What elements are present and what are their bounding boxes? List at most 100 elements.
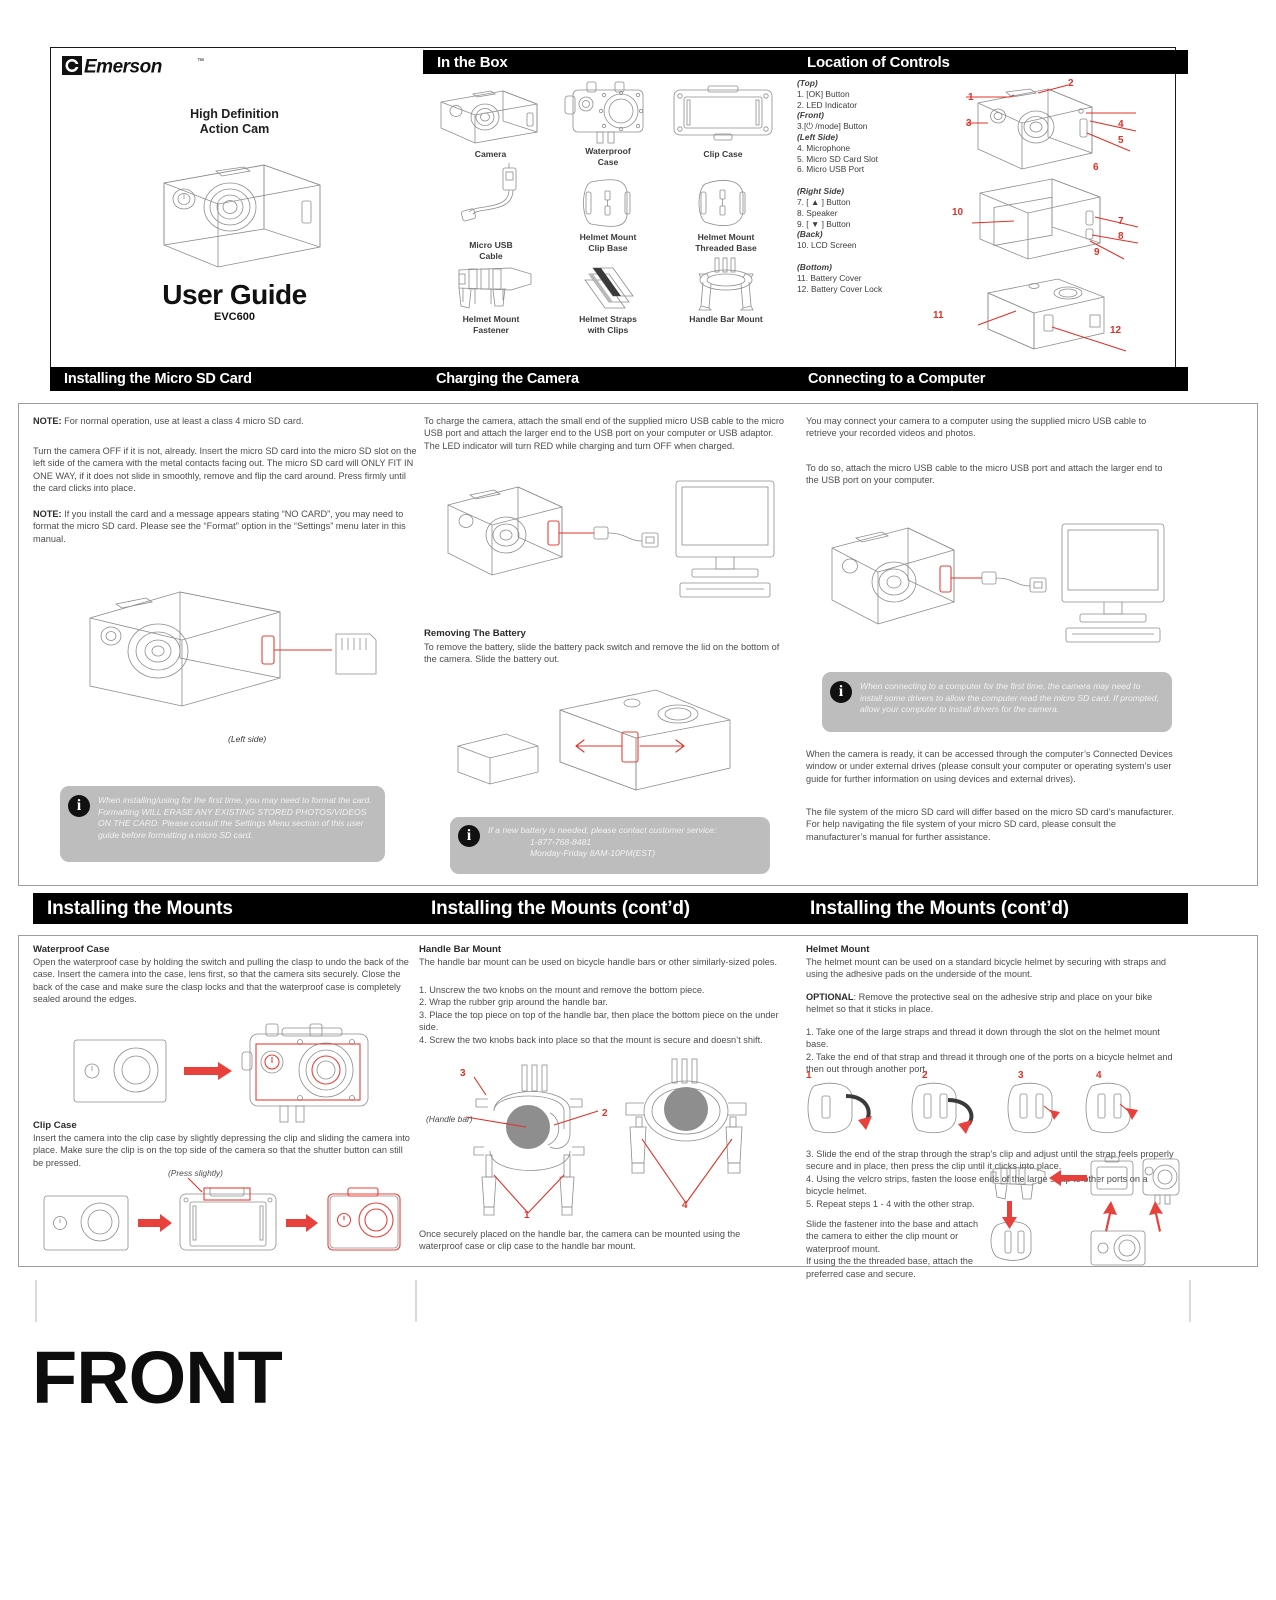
box-item-helmet-straps: Helmet Straps with Clips <box>553 264 663 335</box>
handlebar-mount-icon <box>698 257 754 311</box>
controls-callout-6: 6 <box>1093 162 1099 173</box>
sd-card-note1-label: NOTE: <box>33 416 62 426</box>
controls-callout-2: 2 <box>1068 78 1074 89</box>
controls-item: 2. LED Indicator <box>797 99 858 110</box>
box-item-label: Handle Bar Mount <box>689 314 763 324</box>
handlebar-mount-diagram <box>430 1055 780 1220</box>
handlebar-callout-2: 2 <box>602 1108 608 1119</box>
connecting-body3: When the camera is ready, it can be acce… <box>806 749 1173 784</box>
info-icon: i <box>68 795 90 817</box>
connecting-diagram <box>812 500 1172 660</box>
controls-diagrams <box>940 75 1175 355</box>
clip-case-diagram <box>38 1177 403 1260</box>
cover-subtitle-line2: Action Cam <box>199 122 270 136</box>
usb-cable-icon <box>460 163 517 222</box>
in-the-box-grid: Camera Waterproof Case Clip Case Micro U… <box>423 78 786 363</box>
controls-group-side: (Top) <box>797 78 818 88</box>
step-item: 1. Take one of the large straps and thre… <box>806 1027 1160 1050</box>
controls-callout-7: 7 <box>1118 216 1124 227</box>
helmet-mount-optional: OPTIONAL: Remove the protective seal on … <box>806 991 1176 1016</box>
helmet-mount-optional-label: OPTIONAL <box>806 992 854 1002</box>
controls-item: 4. Microphone <box>797 142 851 153</box>
handlebar-callout-3: 3 <box>460 1068 466 1079</box>
helmet-mount-steps-a: 1. Take one of the large straps and thre… <box>806 1026 1176 1076</box>
charging-header: Charging the Camera <box>422 367 803 391</box>
charging-header-label: Charging the Camera <box>436 371 579 387</box>
controls-callout-12: 12 <box>1110 325 1122 336</box>
mounts-mid-header-label: Installing the Mounts (cont’d) <box>431 897 690 919</box>
controls-item: 6. Micro USB Port <box>797 164 865 175</box>
cover-title: User Guide <box>162 279 307 310</box>
controls-item: 11. Battery Cover <box>797 272 862 283</box>
controls-item: 9. [ ▼ ] Button <box>797 218 851 229</box>
controls-item: 5. Micro SD Card Slot <box>797 153 878 164</box>
controls-callout-10: 10 <box>952 207 964 218</box>
controls-item: 10. LCD Screen <box>797 240 857 251</box>
handlebar-mount-steps: 1. Unscrew the two knobs on the mount an… <box>419 984 785 1046</box>
mounts-mid-header: Installing the Mounts (cont’d) <box>417 893 802 924</box>
sd-card-header-label: Installing the Micro SD Card <box>64 371 252 387</box>
box-item-label: Clip Case <box>703 149 743 159</box>
connecting-body1: You may connect your camera to a compute… <box>806 416 1147 439</box>
box-item-label: Helmet Mount Fastener <box>462 314 520 335</box>
controls-group-side: (Left Side) <box>797 131 838 142</box>
mounts-right-header: Installing the Mounts (cont’d) <box>796 893 1188 924</box>
charging-infobox-line1: If a new battery is needed, please conta… <box>488 825 717 835</box>
location-of-controls-header: Location of Controls <box>793 50 1188 74</box>
box-item-clip-case: Clip Case <box>668 84 778 160</box>
handlebar-mount-intro: The handle bar mount can be used on bicy… <box>419 957 777 967</box>
box-item-label: Waterproof Case <box>585 146 631 167</box>
charging-battery-heading: Removing The Battery <box>424 628 526 639</box>
svg-text:™: ™ <box>197 58 204 65</box>
battery-removal-diagram <box>440 672 780 807</box>
waterproof-case-heading: Waterproof Case <box>33 944 110 955</box>
charging-body: To charge the camera, attach the small e… <box>424 416 785 451</box>
cover-panel: Emerson ™ High Definition Action Cam Use… <box>52 49 417 364</box>
connecting-body2: To do so, attach the micro USB cable to … <box>806 463 1163 486</box>
controls-callout-9: 9 <box>1094 247 1100 258</box>
box-item-helmet-threaded-base: Helmet Mount Threaded Base <box>671 178 781 253</box>
handlebar-mount-footer: Once securely placed on the handle bar, … <box>419 1229 741 1252</box>
in-the-box-header: In the Box <box>423 50 800 74</box>
controls-item: 7. [ ▲ ] Button <box>797 196 851 207</box>
charging-infobox-line3: Monday-Friday 8AM-10PM(EST) <box>530 848 656 859</box>
info-icon: i <box>458 825 480 847</box>
step-item: 2. Wrap the rubber grip around the handl… <box>419 997 608 1008</box>
mounts-right-header-label: Installing the Mounts (cont’d) <box>810 897 1069 919</box>
cover-subtitle: High Definition Action Cam <box>52 107 417 137</box>
clip-case-body: Insert the camera into the clip case by … <box>33 1133 410 1168</box>
controls-callout-1: 1 <box>968 92 974 103</box>
step-item: 3. Place the top piece on top of the han… <box>419 1009 779 1033</box>
helmet-mount-heading: Helmet Mount <box>806 944 870 955</box>
controls-group-side: (Right Side) <box>797 186 844 197</box>
box-item-label: Helmet Mount Threaded Base <box>695 232 757 253</box>
controls-callout-11: 11 <box>933 310 944 321</box>
controls-item: 8. Speaker <box>797 207 838 218</box>
box-item-helmet-fastener: Helmet Mount Fastener <box>435 260 547 335</box>
charging-battery-body: To remove the battery, slide the battery… <box>424 642 780 665</box>
sd-card-note1: NOTE: For normal operation, use at least… <box>33 415 418 427</box>
sd-card-infobox-text: When installing/using for the first time… <box>98 795 372 840</box>
brand-logo: Emerson ™ <box>62 55 212 78</box>
emerson-logo-icon: Emerson ™ <box>62 56 204 78</box>
helmet-strap-steps-icon <box>807 1082 1138 1134</box>
connecting-infobox-text: When connecting to a computer for the fi… <box>860 681 1159 715</box>
handlebar-callout-1: 1 <box>524 1210 530 1221</box>
charging-infobox-line2: 1-877-768-8481 <box>530 836 592 847</box>
helmet-clip-base-icon <box>583 179 631 227</box>
sd-card-note2-label: NOTE: <box>33 509 62 519</box>
crop-marks <box>0 1270 1276 1330</box>
helmet-strap-steps-strip: 1 2 3 4 <box>806 1070 1176 1140</box>
location-of-controls-header-label: Location of Controls <box>807 53 950 71</box>
controls-item: 12. Battery Cover Lock <box>797 283 883 294</box>
sd-card-diagram-caption: (Left side) <box>228 734 267 744</box>
controls-group-side: (Back) <box>797 229 823 240</box>
waterproof-case-icon <box>564 81 644 144</box>
box-item-camera: Camera <box>433 82 548 160</box>
helmet-mount-intro: The helmet mount can be used on a standa… <box>806 957 1167 980</box>
clip-case-heading: Clip Case <box>33 1120 77 1131</box>
box-item-label: Helmet Straps with Clips <box>579 314 637 335</box>
info-icon: i <box>830 681 852 703</box>
sd-card-note2-text: If you install the card and a message ap… <box>33 509 406 544</box>
handlebar-mount-heading: Handle Bar Mount <box>419 944 502 955</box>
